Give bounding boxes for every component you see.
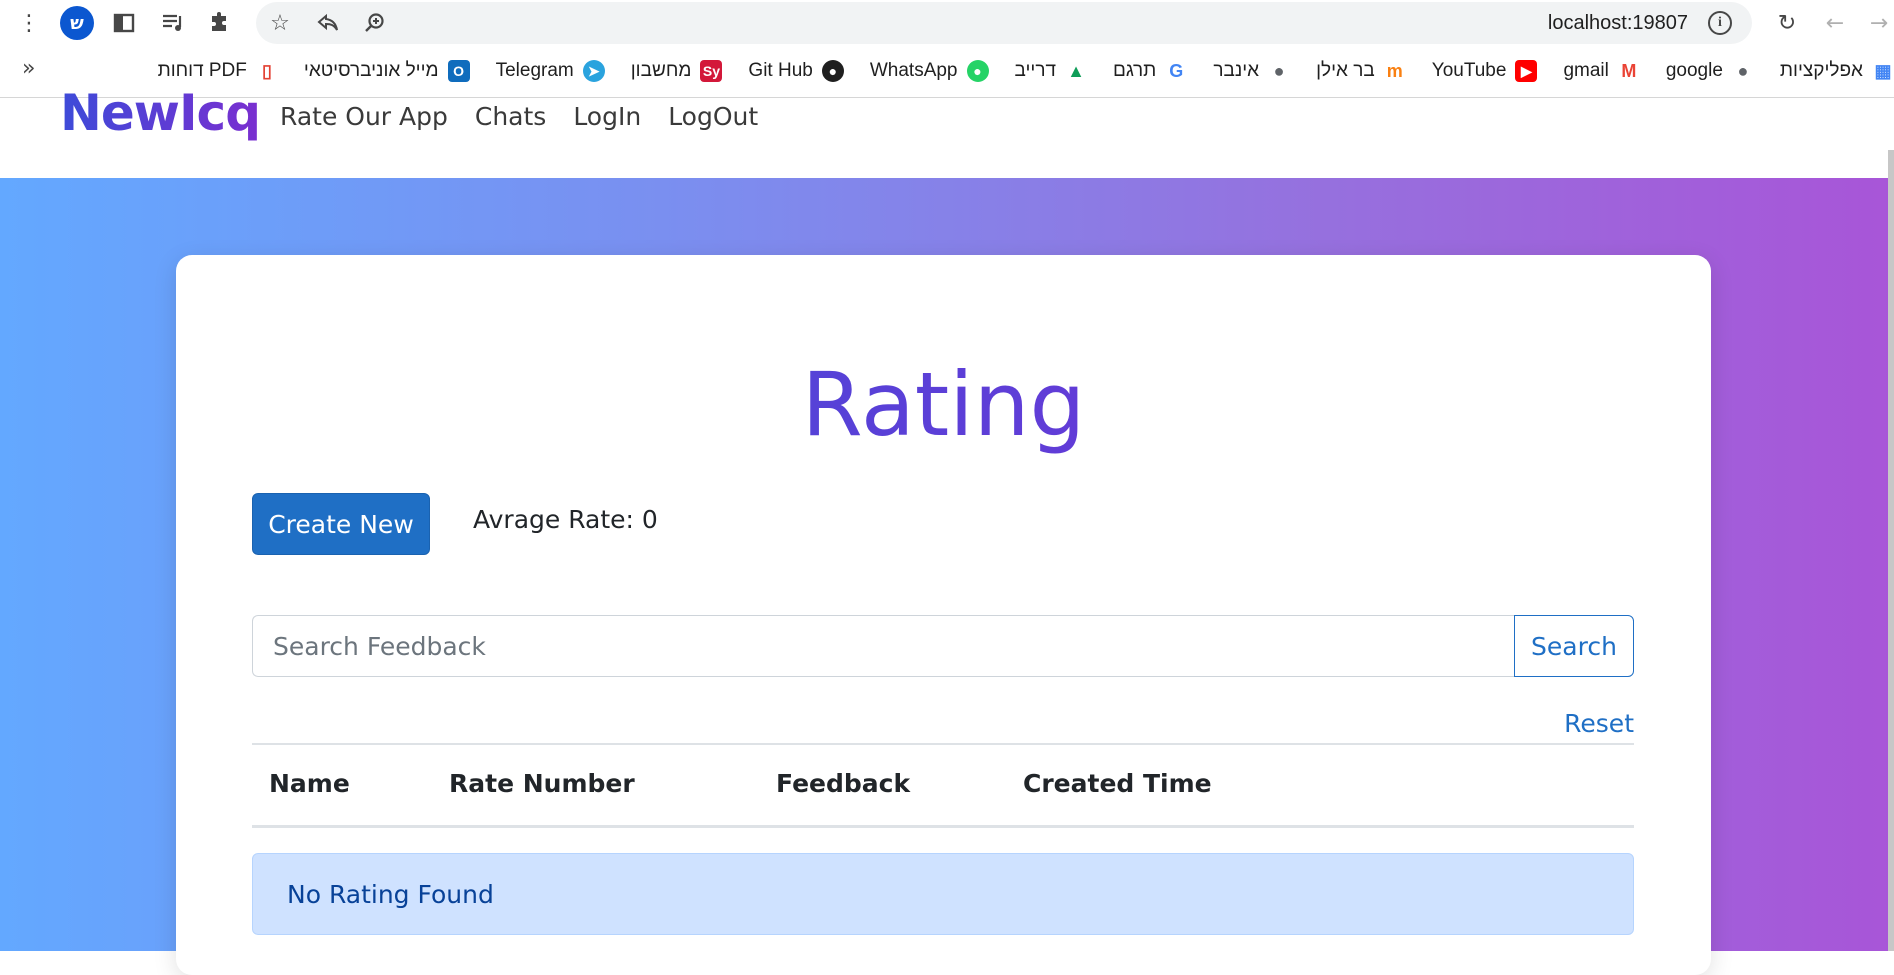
bookmark-label: בר אילן — [1316, 60, 1375, 81]
column-header-rate-number: Rate Number — [449, 769, 635, 798]
site-info-icon[interactable]: i — [1708, 11, 1732, 35]
search-group: Search — [252, 615, 1634, 677]
app-navbar: NewIcq Rate Our App Chats LogIn LogOut — [0, 84, 1894, 178]
bookmark-item[interactable]: ● WhatsApp — [870, 60, 989, 82]
column-header-created-time: Created Time — [1023, 769, 1212, 798]
outlook-icon: O — [447, 60, 470, 82]
nav-link-login[interactable]: LogIn — [573, 102, 641, 131]
bookmark-label: Telegram — [495, 60, 574, 81]
bookmark-item[interactable]: G תרגם — [1113, 60, 1187, 82]
page-scrollbar[interactable] — [1888, 150, 1894, 951]
bookmark-label: WhatsApp — [869, 60, 958, 81]
address-bar[interactable]: ☆ localhost:19807 i — [256, 2, 1752, 44]
globe-icon: ● — [1273, 60, 1285, 81]
bookmark-item[interactable]: Sy מחשבון — [631, 60, 723, 82]
telegram-icon: ➤ — [582, 60, 605, 82]
bookmark-item[interactable]: ▦ אפליקציות — [1780, 60, 1894, 82]
column-header-feedback: Feedback — [776, 769, 911, 798]
bookmark-label: מייל אוניברסיטאי — [303, 60, 439, 81]
bookmark-label: דרייב — [1014, 60, 1057, 81]
bookmarks-bar: » ▦ אפליקציות ● google Mgmail ▶ YouTube m בר איל… — [0, 46, 1894, 98]
bookmark-label: תרגם — [1113, 60, 1157, 81]
moodle-icon: m — [1386, 60, 1403, 81]
nav-link-chats[interactable]: Chats — [475, 102, 546, 131]
side-panel-icon[interactable] — [109, 8, 139, 38]
bookmark-item[interactable]: ➤ Telegram — [496, 60, 605, 82]
nav-link-rate-our-app[interactable]: Rate Our App — [280, 102, 448, 131]
bookmark-item[interactable]: ▯ דוחות PDF — [158, 60, 278, 82]
reset-link[interactable]: Reset — [1564, 709, 1634, 738]
search-feedback-input[interactable] — [252, 615, 1514, 677]
back-icon[interactable]: → — [1864, 8, 1894, 38]
nav-links: Rate Our App Chats LogIn LogOut — [280, 102, 758, 131]
bookmark-label: אפליקציות — [1779, 60, 1863, 81]
zoom-icon[interactable] — [360, 8, 390, 38]
page-title: Rating — [176, 353, 1711, 456]
rating-card: Rating Create New Avrage Rate: 0 Search … — [176, 255, 1711, 975]
bookmarks-overflow-chevron-icon[interactable]: » — [22, 56, 35, 81]
kebab-menu-icon[interactable]: ⋮ — [14, 8, 44, 38]
create-new-button[interactable]: Create New — [252, 493, 430, 555]
bookmark-item[interactable]: ● Git Hub — [748, 60, 844, 82]
profile-avatar[interactable]: ש — [60, 6, 94, 40]
bookmark-label: דוחות PDF — [157, 60, 247, 81]
search-button[interactable]: Search — [1514, 615, 1634, 677]
bookmark-item[interactable]: ● google — [1666, 60, 1754, 82]
translate-icon: G — [1169, 60, 1184, 81]
youtube-icon: ▶ — [1515, 60, 1538, 82]
bookmark-label: Git Hub — [748, 60, 813, 81]
extensions-icon[interactable] — [205, 8, 235, 38]
average-rate-label: Avrage Rate: 0 — [473, 505, 658, 534]
url-text[interactable]: localhost:19807 — [1548, 12, 1688, 35]
drive-icon: ▲ — [1067, 60, 1085, 81]
browser-toolbar: ⋮ ש ☆ localhost:19807 i ↻ ← → — [0, 0, 1894, 46]
bookmark-item[interactable]: Mgmail — [1563, 60, 1639, 82]
bookmark-star-icon[interactable]: ☆ — [265, 8, 295, 38]
apps-grid-icon: ▦ — [1874, 60, 1892, 81]
github-icon: ● — [821, 60, 844, 82]
column-header-name: Name — [269, 769, 350, 798]
gmail-icon: M — [1621, 60, 1637, 81]
bookmark-item[interactable]: ▲ דרייב — [1015, 60, 1088, 82]
share-icon[interactable] — [313, 8, 343, 38]
bookmark-label: YouTube — [1431, 60, 1507, 81]
bookmark-label: google — [1665, 60, 1723, 81]
bookmark-label: מחשבון — [630, 60, 692, 81]
nav-link-logout[interactable]: LogOut — [668, 102, 758, 131]
bookmark-item[interactable]: m בר אילן — [1316, 60, 1406, 82]
reload-icon[interactable]: ↻ — [1772, 8, 1802, 38]
forward-icon[interactable]: ← — [1820, 8, 1850, 38]
table-header: Name Rate Number Feedback Created Time — [252, 745, 1634, 825]
reading-list-icon[interactable] — [158, 8, 188, 38]
bookmark-item[interactable]: ▶ YouTube — [1432, 60, 1538, 82]
bookmark-label: אינבר — [1213, 60, 1260, 81]
bookmark-label: gmail — [1563, 60, 1609, 81]
bookmark-item[interactable]: ● אינבר — [1213, 60, 1290, 82]
table-header-border — [252, 825, 1634, 828]
pdf-icon: ▯ — [261, 60, 272, 81]
whatsapp-icon: ● — [966, 60, 989, 82]
symbolab-icon: Sy — [700, 60, 723, 82]
globe-icon: ● — [1737, 60, 1749, 81]
bookmark-item[interactable]: O מייל אוניברסיטאי — [304, 60, 470, 82]
brand-logo[interactable]: NewIcq — [60, 84, 261, 142]
bookmarks-list: ▦ אפליקציות ● google Mgmail ▶ YouTube m בר אילן ●… — [158, 46, 1894, 96]
no-rating-alert: No Rating Found — [252, 853, 1634, 935]
